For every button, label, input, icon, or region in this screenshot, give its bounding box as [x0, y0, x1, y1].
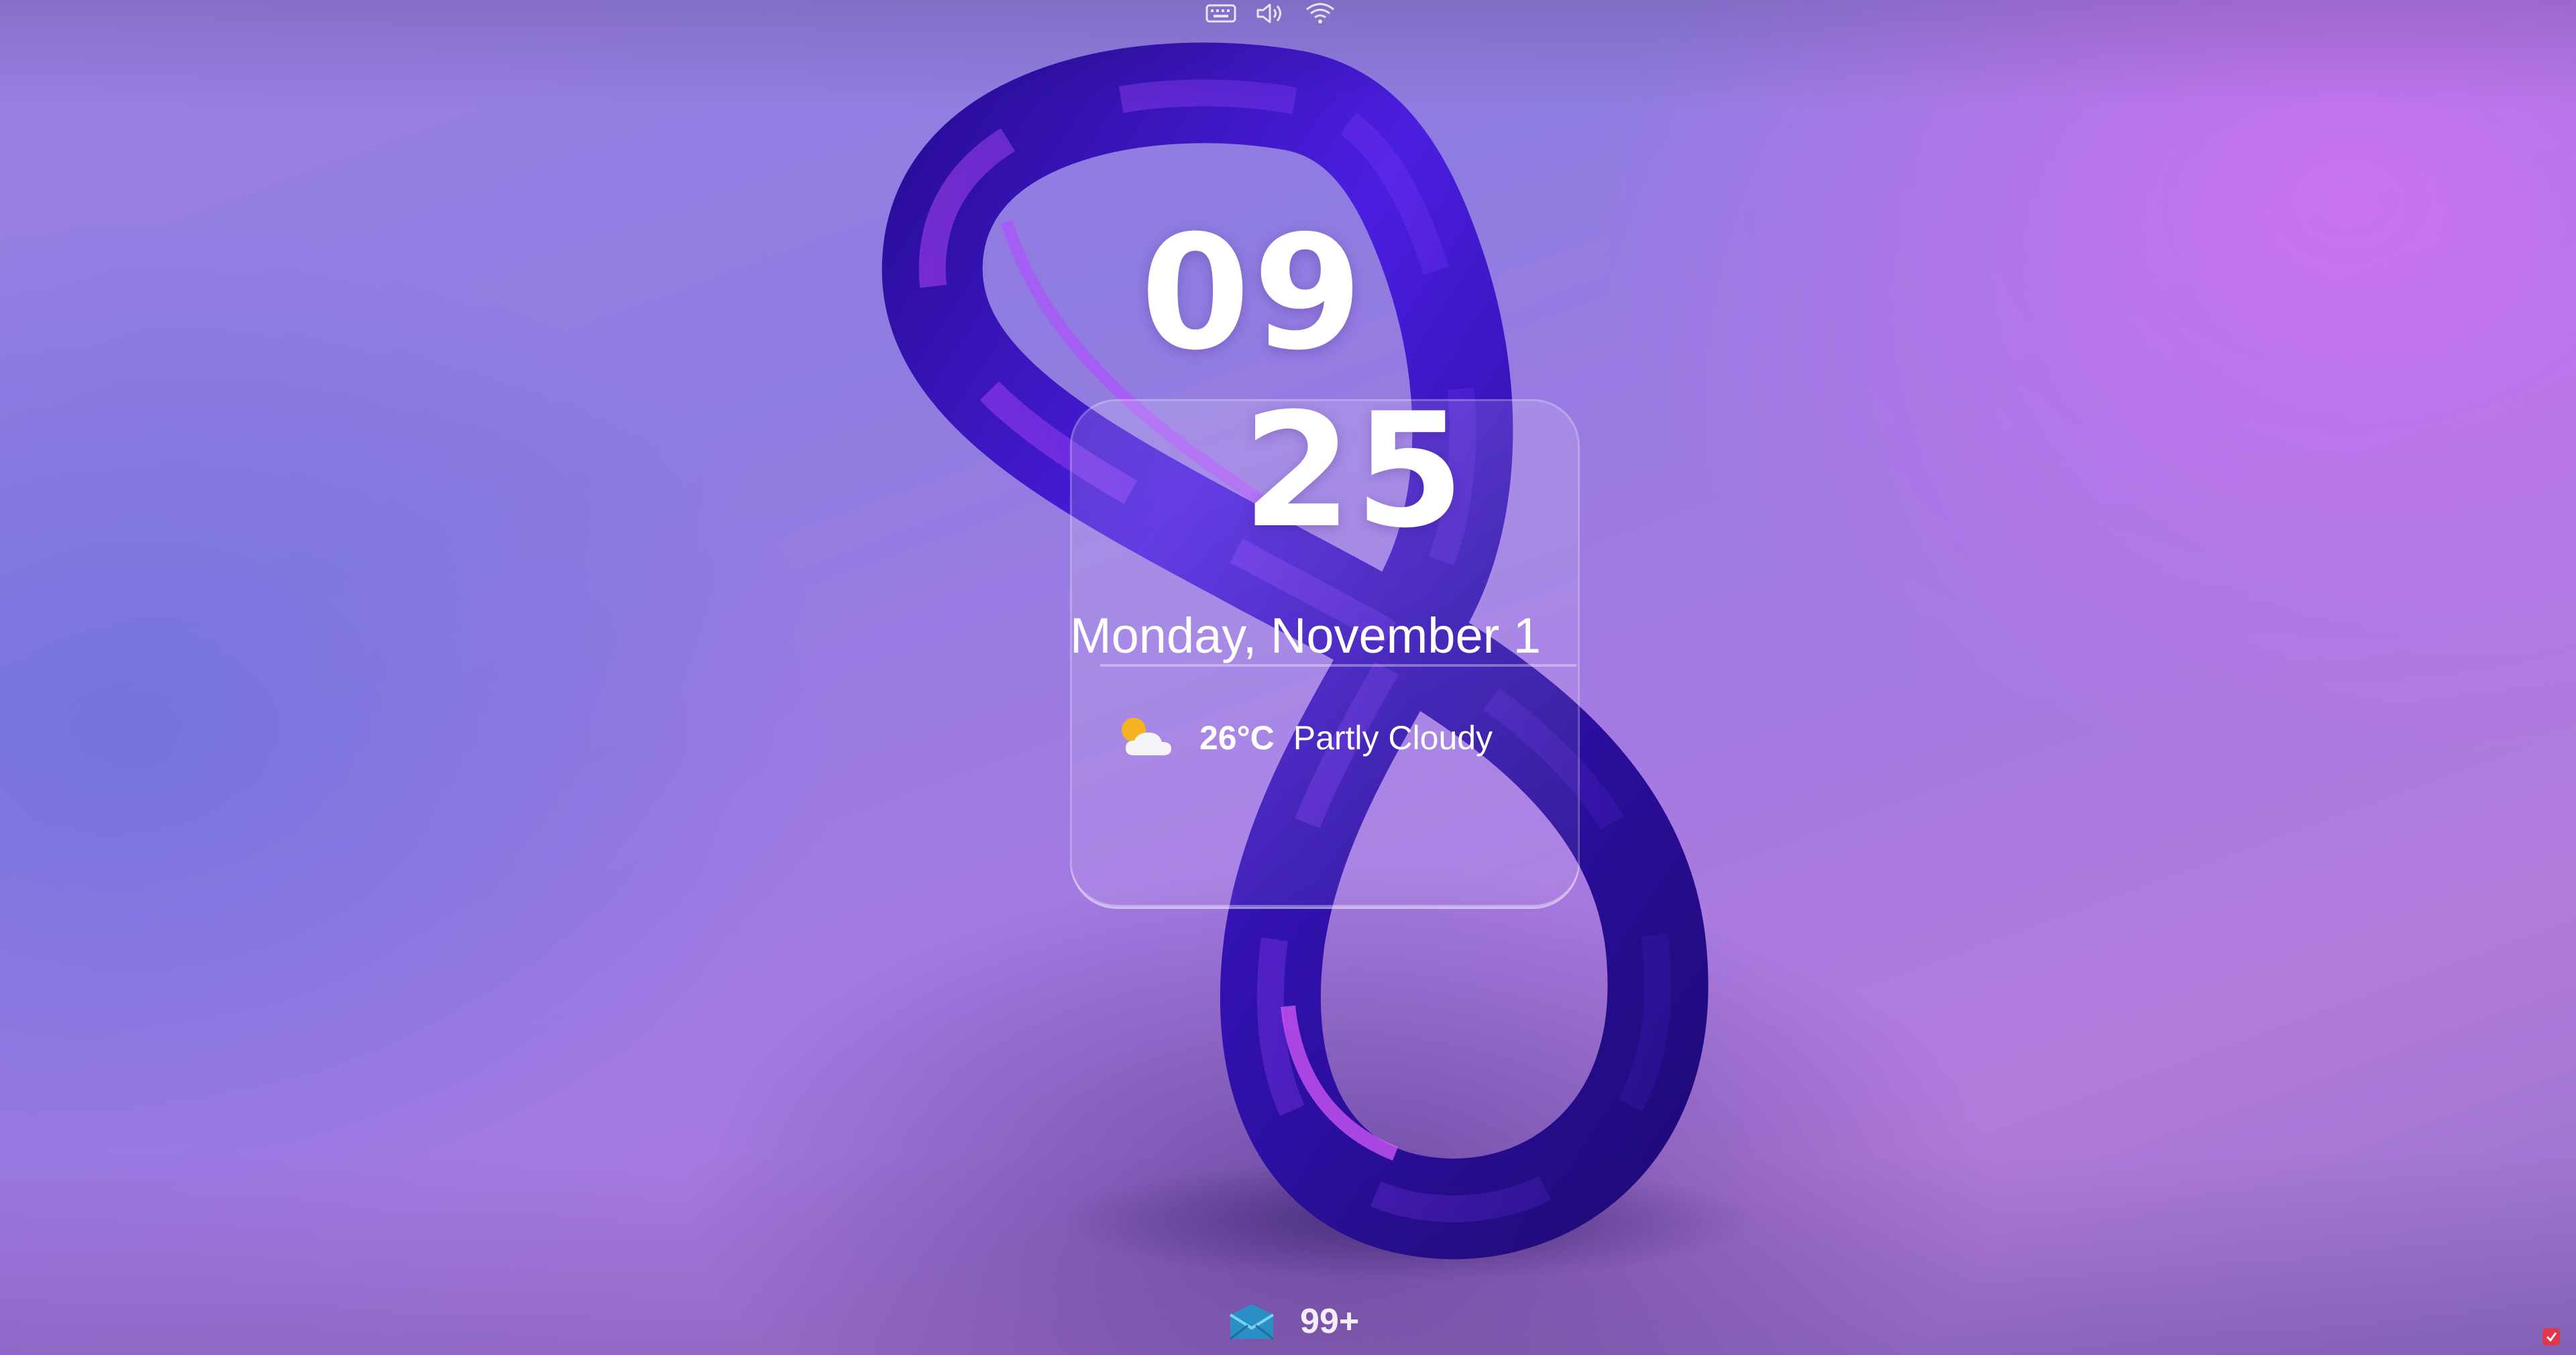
weather-widget[interactable]: 26°C Partly Cloudy: [1114, 711, 1493, 765]
date-label: Monday, November 1: [1070, 608, 1541, 663]
status-tray: [1204, 1, 1337, 25]
clock-minute: 25: [1242, 380, 1468, 563]
weather-temperature: 26°C: [1199, 719, 1275, 757]
mail-icon: [1229, 1304, 1275, 1340]
volume-icon[interactable]: [1254, 1, 1287, 25]
mail-notification[interactable]: 99+: [1228, 1298, 1359, 1345]
corner-app-icon: [2542, 1328, 2560, 1346]
weather-condition: Partly Cloudy: [1293, 719, 1493, 757]
clock-hour: 09: [1140, 202, 1366, 385]
partly-cloudy-icon: [1122, 718, 1171, 755]
wifi-icon[interactable]: [1303, 1, 1337, 25]
mail-count-badge: 99+: [1300, 1302, 1360, 1341]
glass-divider: [1100, 664, 1576, 667]
keyboard-icon[interactable]: [1204, 1, 1238, 25]
